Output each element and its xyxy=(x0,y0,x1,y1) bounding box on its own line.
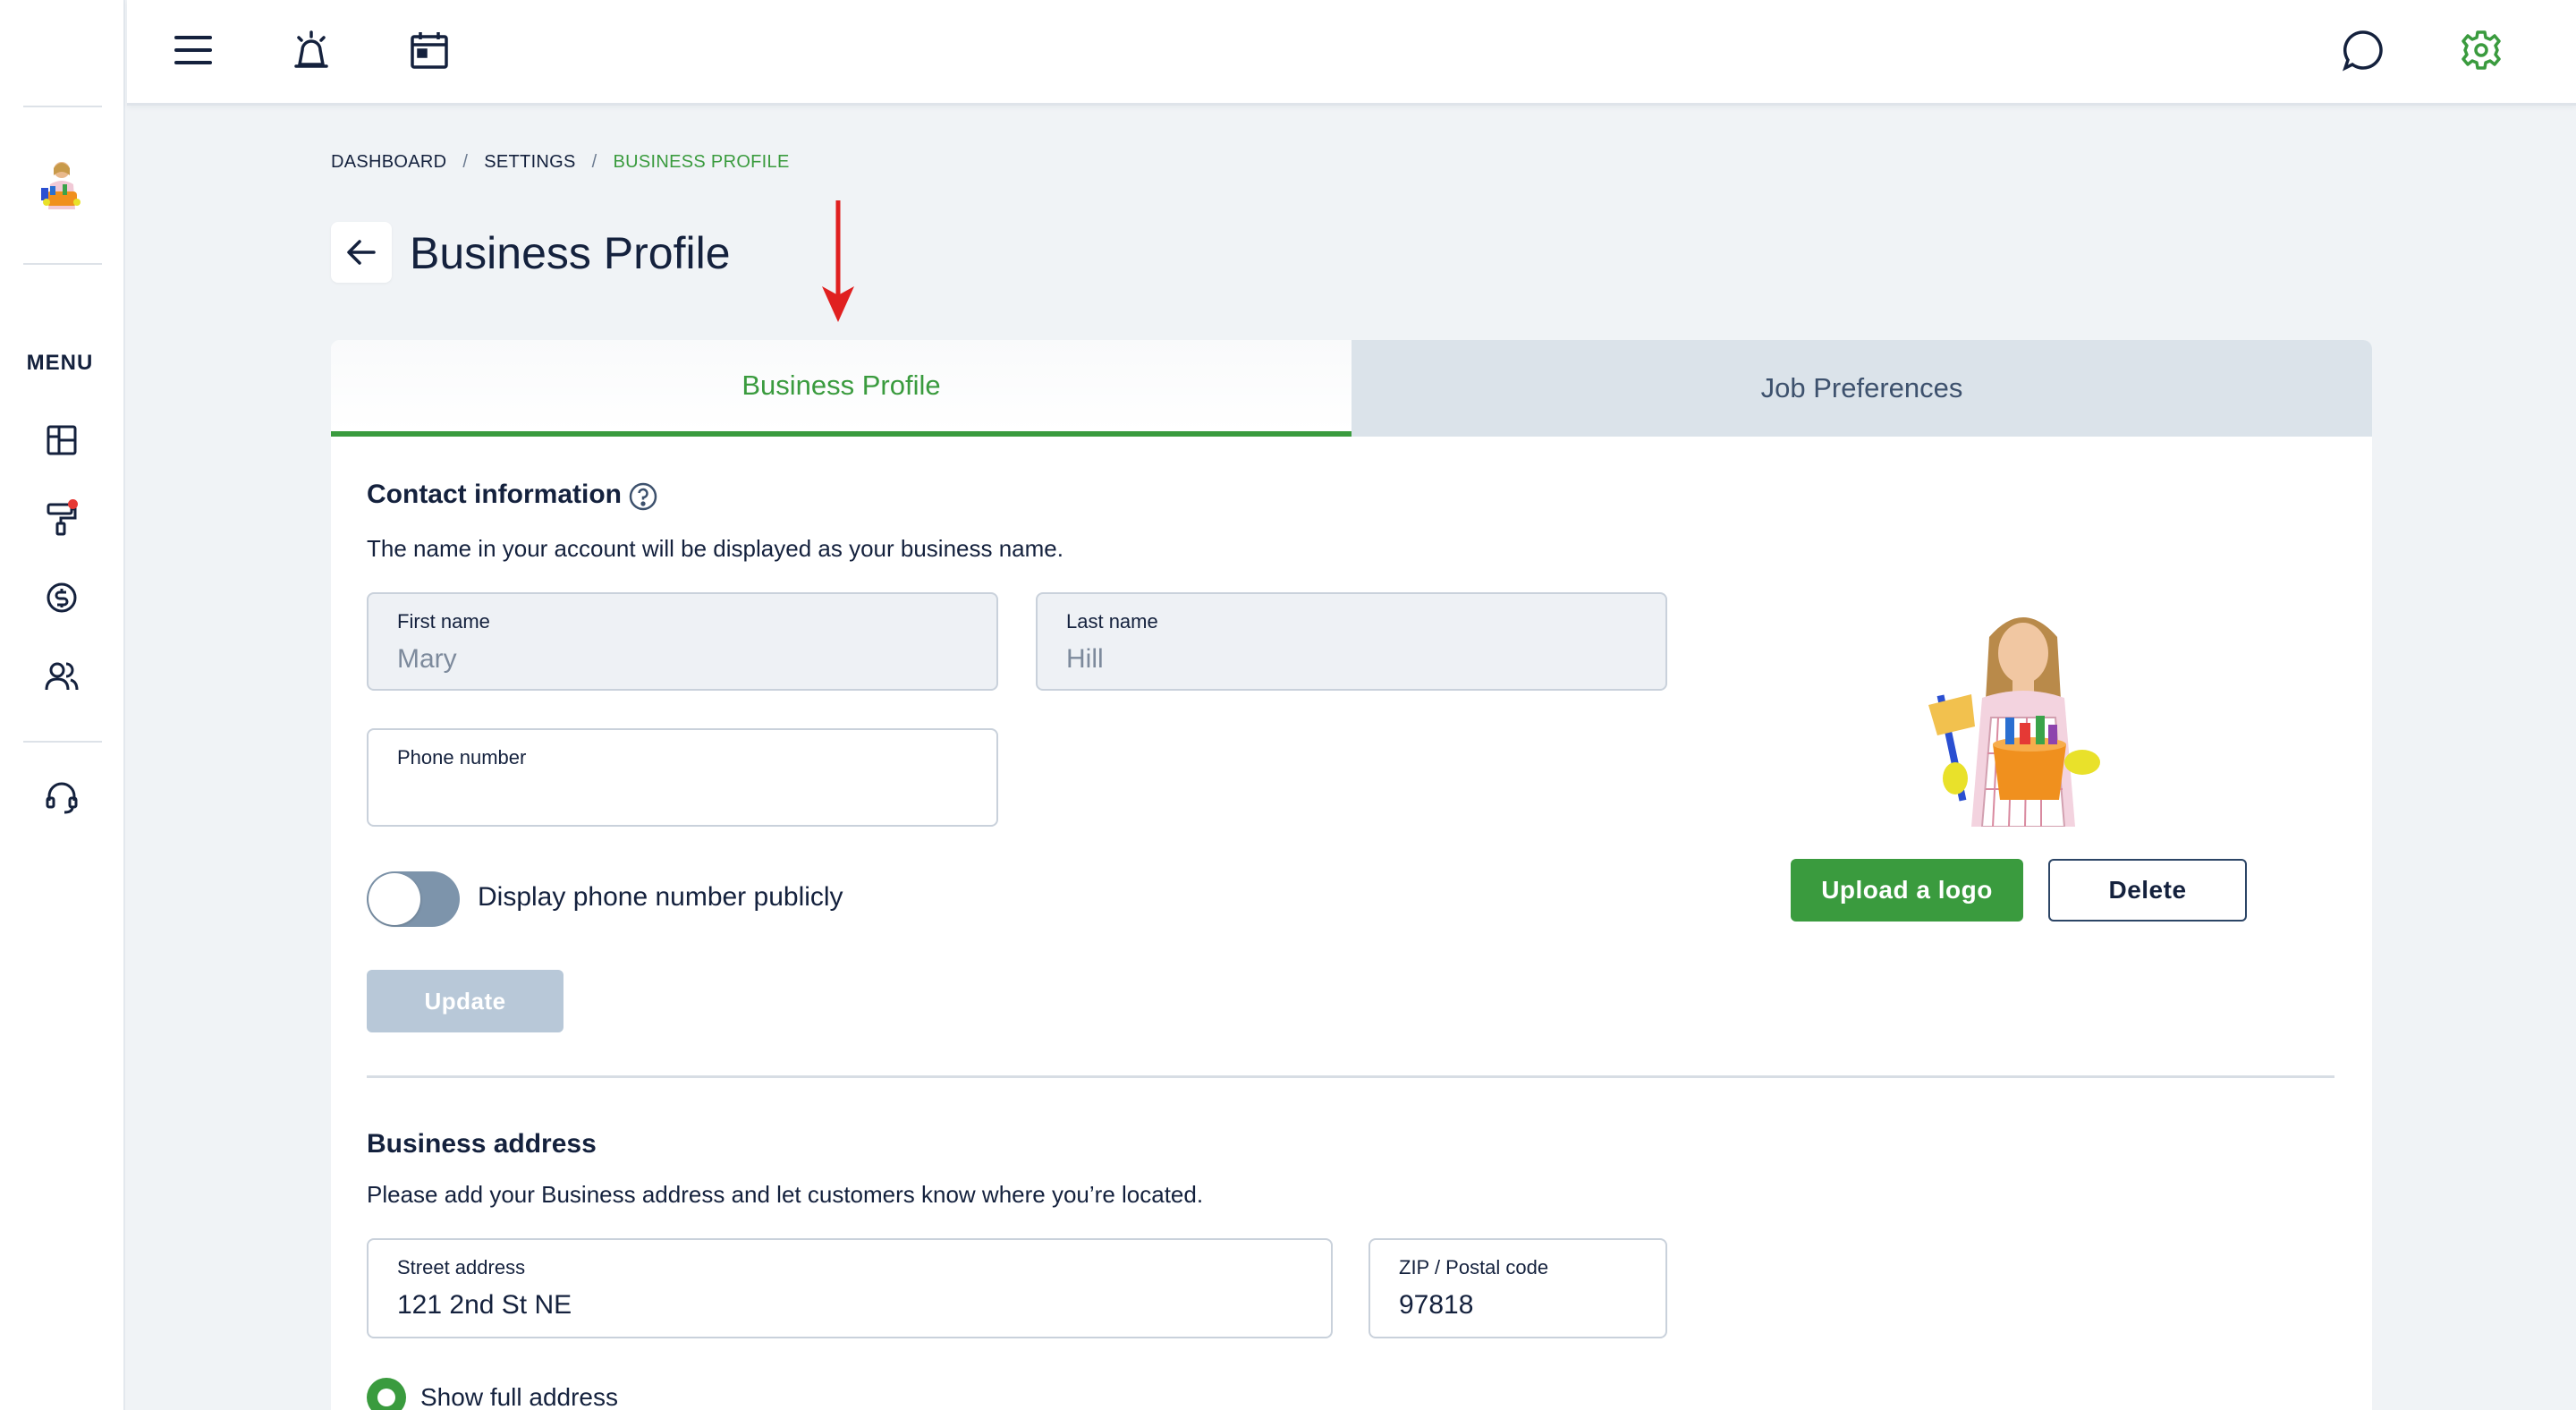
calendar-button[interactable] xyxy=(404,25,454,75)
messages-button[interactable] xyxy=(2338,25,2388,75)
street-address-field[interactable]: Street address xyxy=(367,1238,1333,1338)
delete-logo-button[interactable]: Delete xyxy=(2048,859,2247,922)
sidebar-divider xyxy=(23,106,102,107)
address-section-description: Please add your Business address and let… xyxy=(367,1181,1204,1208)
headset-icon xyxy=(46,782,78,814)
sidebar-divider xyxy=(23,263,102,265)
hamburger-menu-icon xyxy=(174,36,212,64)
contact-section-title: Contact information xyxy=(367,480,622,509)
breadcrumb-dashboard[interactable]: DASHBOARD xyxy=(331,152,446,173)
sidebar-item-dashboard[interactable] xyxy=(42,420,81,460)
phone-number-field[interactable]: Phone number xyxy=(367,728,998,827)
tab-bar: Business Profile Job Preferences xyxy=(331,340,2372,437)
sidebar-item-payments[interactable] xyxy=(42,578,81,617)
settings-gear-icon xyxy=(2462,30,2501,70)
sidebar-divider xyxy=(23,741,102,743)
phone-number-input[interactable] xyxy=(397,780,968,811)
zip-code-input[interactable] xyxy=(1399,1290,1637,1321)
annotation-arrow-icon xyxy=(822,200,854,322)
top-bar xyxy=(127,0,2576,106)
settings-button[interactable] xyxy=(2456,25,2506,75)
breadcrumb-separator: / xyxy=(591,152,597,172)
notification-dot xyxy=(68,499,78,509)
address-section-title: Business address xyxy=(367,1129,597,1159)
update-button[interactable]: Update xyxy=(367,970,564,1032)
first-name-label: First name xyxy=(397,610,490,633)
sidebar-item-jobs[interactable] xyxy=(42,499,81,539)
back-button[interactable] xyxy=(331,222,392,283)
business-logo-image xyxy=(1928,617,2100,827)
last-name-input[interactable] xyxy=(1066,644,1637,675)
arrow-left-icon xyxy=(347,240,376,265)
street-address-input[interactable] xyxy=(397,1290,1302,1321)
breadcrumb: DASHBOARD / SETTINGS / BUSINESS PROFILE xyxy=(331,152,790,173)
chat-icon xyxy=(2343,30,2383,72)
alarm-icon xyxy=(294,30,328,68)
tab-job-preferences[interactable]: Job Preferences xyxy=(1352,340,2372,437)
sidebar-item-support[interactable] xyxy=(42,778,81,818)
zip-code-label: ZIP / Postal code xyxy=(1399,1256,1549,1278)
zip-code-field[interactable]: ZIP / Postal code xyxy=(1368,1238,1667,1338)
breadcrumb-separator: / xyxy=(462,152,469,172)
avatar[interactable] xyxy=(36,157,88,222)
page-title: Business Profile xyxy=(410,228,731,278)
alerts-button[interactable] xyxy=(286,25,336,75)
tab-business-profile[interactable]: Business Profile xyxy=(331,340,1352,437)
show-full-address-label: Show full address xyxy=(420,1383,619,1410)
street-address-label: Street address xyxy=(397,1256,526,1278)
radio-inner xyxy=(377,1389,395,1406)
first-name-field[interactable]: First name xyxy=(367,592,998,691)
menu-toggle-button[interactable] xyxy=(168,25,218,75)
breadcrumb-settings[interactable]: SETTINGS xyxy=(484,152,575,173)
breadcrumb-business-profile: BUSINESS PROFILE xyxy=(613,152,790,172)
dollar-icon xyxy=(47,582,77,613)
first-name-input[interactable] xyxy=(397,644,968,675)
show-full-address-radio[interactable] xyxy=(367,1378,406,1410)
calendar-icon xyxy=(411,32,448,69)
toggle-knob xyxy=(369,873,420,925)
last-name-field[interactable]: Last name xyxy=(1036,592,1667,691)
help-icon[interactable] xyxy=(628,481,658,512)
menu-label: MENU xyxy=(26,351,94,375)
display-phone-toggle[interactable] xyxy=(367,871,460,927)
last-name-label: Last name xyxy=(1066,610,1158,633)
upload-logo-button[interactable]: Upload a logo xyxy=(1791,859,2023,922)
contact-section-description: The name in your account will be display… xyxy=(367,535,1063,562)
users-icon xyxy=(45,662,79,691)
section-divider xyxy=(367,1075,2334,1078)
phone-number-label: Phone number xyxy=(397,746,527,769)
display-phone-label: Display phone number publicly xyxy=(478,882,843,912)
sidebar-item-customers[interactable] xyxy=(42,657,81,696)
dashboard-icon xyxy=(47,425,77,455)
sidebar: MENU xyxy=(0,0,125,1410)
